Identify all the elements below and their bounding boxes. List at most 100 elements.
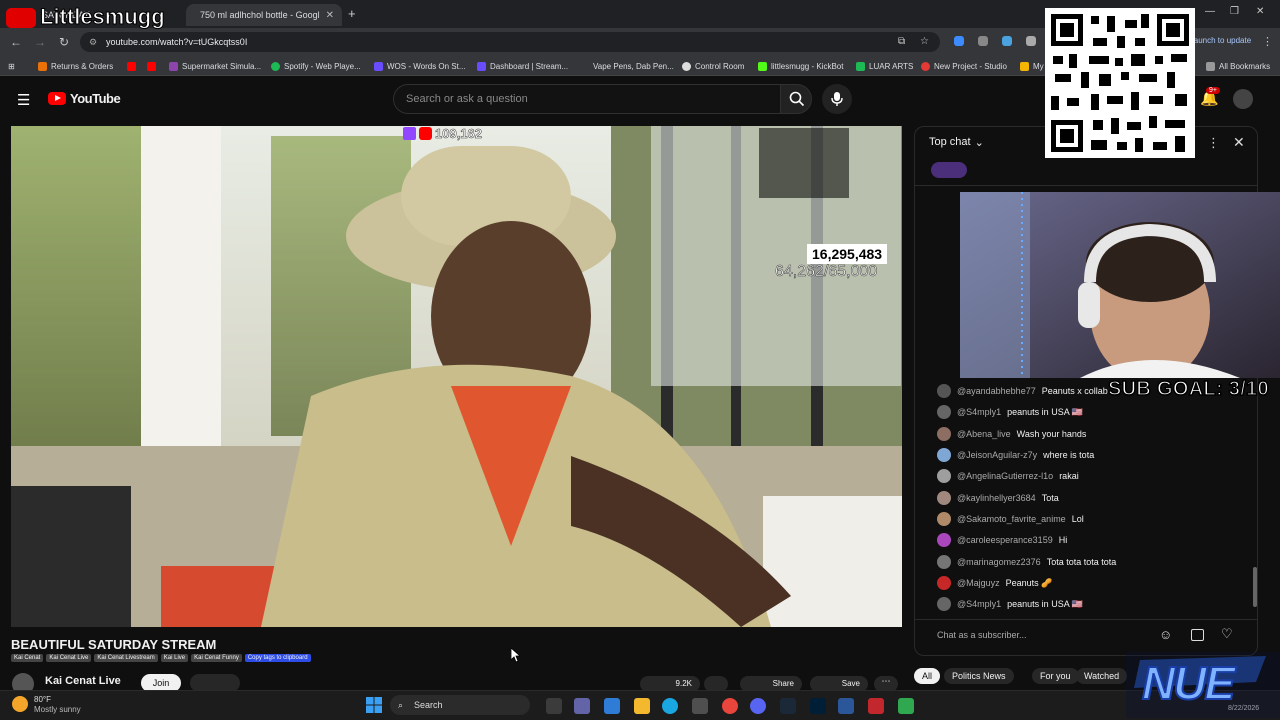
hamburger-menu-icon[interactable]: ☰ xyxy=(17,91,30,109)
avatar xyxy=(937,576,951,590)
youtube-icon[interactable] xyxy=(147,59,156,73)
bookmark-icon xyxy=(477,61,486,71)
bookmark-new-project[interactable]: New Project - Studio xyxy=(921,59,1007,73)
filter-chip-watched[interactable]: Watched xyxy=(1076,668,1128,684)
url-text: youtube.com/watch?v=tUGkcqtss0I xyxy=(106,37,248,47)
app-icon[interactable] xyxy=(898,698,914,714)
bookmark-vape[interactable]: Vape Pens, Dab Pen... xyxy=(580,59,674,73)
address-bar[interactable]: ⚙ youtube.com/watch?v=tUGkcqtss0I ⧉ ☆ xyxy=(80,32,940,52)
super-chat-icon[interactable] xyxy=(1191,629,1204,641)
channel-name[interactable]: Kai Cenat Live xyxy=(45,675,121,687)
maximize-icon[interactable]: ❐ xyxy=(1230,6,1239,17)
tag-row: Kai Cenat Kai Cenat Live Kai Cenat Lives… xyxy=(11,654,311,662)
tag-chip[interactable]: Kai Cenat Livestream xyxy=(94,654,158,662)
bookmark-icon xyxy=(758,61,767,71)
filter-chip-for-you[interactable]: For you xyxy=(1032,668,1079,684)
weather-desc[interactable]: Mostly sunny xyxy=(34,705,81,714)
relaunch-button[interactable]: launch to update xyxy=(1192,36,1251,45)
tag-chip[interactable]: Kai Cenat Live xyxy=(46,654,92,662)
task-view-icon[interactable] xyxy=(546,698,562,714)
taskbar-search[interactable]: ⌕ Search xyxy=(390,695,530,715)
new-tab-button[interactable]: + xyxy=(348,6,356,21)
extension-icon[interactable] xyxy=(954,36,964,46)
extension-icon[interactable] xyxy=(978,36,988,46)
bookmark-dashboard[interactable]: Dashboard | Stream... xyxy=(477,59,568,73)
store-icon[interactable] xyxy=(692,698,708,714)
bookmark-control-room[interactable]: Control Room xyxy=(682,59,744,73)
notepad-icon[interactable] xyxy=(838,698,854,714)
search-input[interactable]: Search or ask a question xyxy=(393,84,781,114)
chat-mode-dropdown[interactable]: Top chat ⌄ xyxy=(929,136,984,149)
video-title: BEAUTIFUL SATURDAY STREAM xyxy=(11,637,217,652)
steam-icon[interactable] xyxy=(780,698,796,714)
avatar xyxy=(937,555,951,569)
app-icon[interactable] xyxy=(868,698,884,714)
bookmark-spotify[interactable]: Spotify - Web Playe... xyxy=(271,59,361,73)
copilot-icon[interactable] xyxy=(604,698,620,714)
pinned-badge[interactable] xyxy=(931,162,967,178)
heart-icon[interactable]: ♡ xyxy=(1221,626,1233,642)
discord-icon[interactable] xyxy=(750,698,766,714)
site-info-icon[interactable]: ⚙ xyxy=(89,32,97,52)
chat-input[interactable]: Chat as a subscriber... xyxy=(937,630,1027,640)
youtube-icon[interactable] xyxy=(127,59,136,73)
emoji-icon[interactable]: ☺ xyxy=(1159,627,1172,642)
avatar xyxy=(937,533,951,547)
all-bookmarks[interactable]: All Bookmarks xyxy=(1206,59,1270,73)
extension-icon[interactable] xyxy=(1002,36,1012,46)
notification-badge: 9+ xyxy=(1206,87,1220,94)
search-button[interactable] xyxy=(780,84,812,114)
teams-icon[interactable] xyxy=(574,698,590,714)
voice-search-button[interactable] xyxy=(822,84,852,114)
edge-icon[interactable] xyxy=(662,698,678,714)
avatar xyxy=(937,448,951,462)
reload-icon[interactable]: ↻ xyxy=(56,34,72,50)
file-explorer-icon[interactable] xyxy=(634,698,650,714)
chat-message: @AngelinaGutierrez-l1o rakai xyxy=(937,467,1079,485)
mouse-cursor xyxy=(510,647,522,667)
avatar xyxy=(937,597,951,611)
copy-tags-button[interactable]: Copy tags to clipboard xyxy=(244,654,311,662)
close-icon[interactable]: ✕ xyxy=(326,10,334,21)
windows-start-icon[interactable] xyxy=(366,697,382,713)
star-icon[interactable]: ☆ xyxy=(920,32,929,52)
tag-chip[interactable]: Kai Cenat Funny xyxy=(191,654,242,662)
photoshop-icon[interactable] xyxy=(810,698,826,714)
stream-counter: 16,295,483 xyxy=(807,244,888,264)
bookmark-kickbot[interactable]: littlesmugg - KickBot xyxy=(758,59,843,73)
chat-menu-icon[interactable]: ⋮ xyxy=(1207,135,1220,151)
bookmark-my[interactable]: My xyxy=(1020,59,1044,73)
cast-icon[interactable]: ⧉ xyxy=(898,32,905,52)
chat-scrollbar[interactable] xyxy=(1253,567,1257,607)
chat-message: @Majguyz Peanuts 🥜 xyxy=(937,574,1052,592)
youtube-icon xyxy=(419,127,432,140)
chrome-icon[interactable] xyxy=(722,698,738,714)
filter-chip-all[interactable]: All xyxy=(914,668,941,684)
tab-google-search[interactable]: 750 ml adlhchol bottle - Googl ✕ xyxy=(186,4,342,26)
tag-chip[interactable]: Kai Live xyxy=(160,654,189,662)
weather-icon[interactable] xyxy=(12,696,28,712)
chat-message: @ayandabhebhe77 Peanuts x collab xyxy=(937,382,1108,400)
bookmark-supermarket[interactable]: Supermarket Simula... xyxy=(169,59,261,73)
youtube-play-icon xyxy=(48,92,66,105)
forward-icon[interactable]: → xyxy=(32,34,48,50)
minimize-icon[interactable]: — xyxy=(1205,6,1215,17)
kebab-menu-icon[interactable]: ⋮ xyxy=(1262,35,1273,48)
close-window-icon[interactable]: ✕ xyxy=(1256,6,1264,17)
youtube-logo[interactable]: YouTube xyxy=(48,91,121,106)
tag-chip[interactable]: Kai Cenat xyxy=(11,654,44,662)
back-icon[interactable]: ← xyxy=(8,34,24,50)
related-filter-chips: All Politics News For you Watched xyxy=(912,665,1128,689)
apps-icon[interactable]: ⊞ xyxy=(8,59,15,73)
chat-message: @Sakamoto_favrite_anime Lol xyxy=(937,510,1084,528)
extension-icon[interactable] xyxy=(1026,36,1036,46)
avatar[interactable] xyxy=(1233,89,1253,109)
video-player[interactable]: 109,162 16,295,483 64,262/65,000 xyxy=(11,126,902,627)
bookmark-returns[interactable]: Returns & Orders xyxy=(38,59,113,73)
filter-chip-politics[interactable]: Politics News xyxy=(944,668,1014,684)
weather-temp[interactable]: 80°F xyxy=(34,695,51,704)
bookmark-wos[interactable]: WOS - Words On St... xyxy=(374,59,466,73)
avatar xyxy=(937,469,951,483)
close-chat-icon[interactable]: ✕ xyxy=(1233,134,1245,151)
bookmark-luar-arts[interactable]: LUAR ARTS xyxy=(856,59,913,73)
